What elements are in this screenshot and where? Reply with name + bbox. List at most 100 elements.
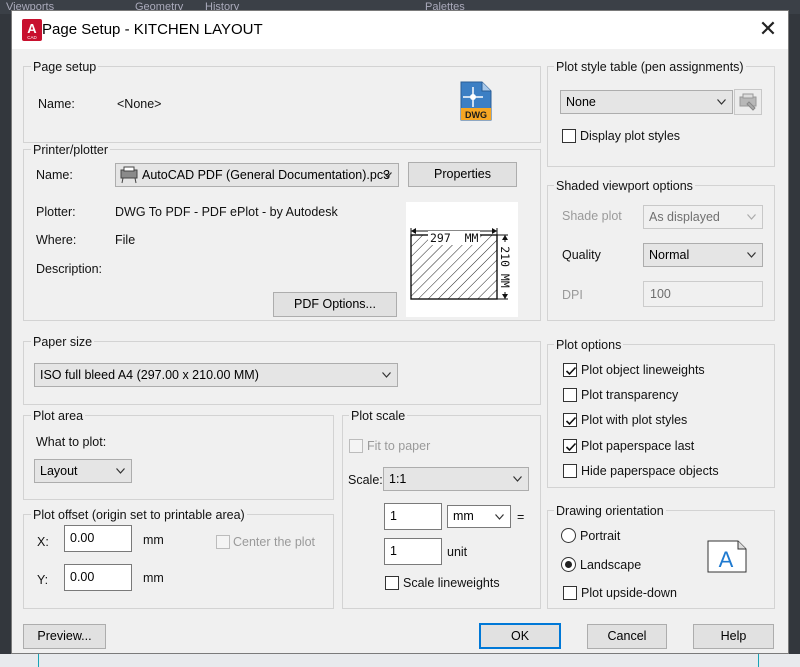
printer-select-value: AutoCAD PDF (General Documentation).pc3: [142, 168, 391, 182]
plot-area-group: [23, 415, 334, 500]
offset-y-label: Y:: [37, 573, 49, 587]
scale-equals: =: [517, 510, 525, 524]
plot-scale-group-label: Plot scale: [349, 409, 408, 423]
chevron-down-icon: [513, 476, 522, 482]
plot-object-lineweights-label: Plot object lineweights: [581, 363, 705, 377]
properties-button[interactable]: Properties: [408, 162, 517, 187]
center-plot-label: Center the plot: [233, 535, 315, 549]
plot-style-group-label: Plot style table (pen assignments): [554, 60, 746, 74]
plot-transparency-label: Plot transparency: [581, 388, 679, 402]
shade-plot-select[interactable]: As displayed: [643, 205, 763, 229]
paper-size-value: ISO full bleed A4 (297.00 x 210.00 MM): [40, 368, 259, 382]
ok-button[interactable]: OK: [479, 623, 561, 649]
checkmark-icon: [565, 366, 577, 376]
printer-select[interactable]: AutoCAD PDF (General Documentation).pc3: [115, 163, 399, 187]
chevron-down-icon: [383, 172, 392, 178]
portrait-radio[interactable]: [561, 528, 576, 543]
fit-to-paper-checkbox[interactable]: [349, 439, 363, 453]
paper-preview: 297 MM 210 MM: [406, 202, 518, 317]
chevron-down-icon: [747, 252, 756, 258]
edit-plot-style-button[interactable]: [734, 89, 762, 115]
chevron-down-icon: [116, 468, 125, 474]
pdf-options-button[interactable]: PDF Options...: [273, 292, 397, 317]
chevron-down-icon: [495, 513, 504, 520]
plotter-label: Plotter:: [36, 205, 76, 219]
plot-with-plot-styles-checkbox[interactable]: [563, 413, 577, 427]
scale-denominator-unit: unit: [447, 545, 468, 559]
chevron-down-icon: [717, 99, 726, 105]
plotter-value: DWG To PDF - PDF ePlot - by Autodesk: [115, 205, 338, 219]
dialog-title: Page Setup - KITCHEN LAYOUT: [42, 21, 263, 38]
plot-area-group-label: Plot area: [31, 409, 86, 423]
dwg-file-icon: DWG: [460, 81, 492, 121]
offset-x-unit: mm: [143, 533, 164, 547]
scale-unit-select[interactable]: mm: [447, 505, 511, 528]
svg-text:A: A: [719, 547, 734, 572]
scale-lineweights-checkbox[interactable]: [385, 576, 399, 590]
plot-style-group: [547, 66, 775, 167]
printer-name-label: Name:: [36, 168, 73, 182]
plot-transparency-checkbox[interactable]: [563, 388, 577, 402]
plot-upside-down-checkbox[interactable]: [563, 586, 577, 600]
help-button[interactable]: Help: [693, 624, 774, 649]
quality-label: Quality: [562, 248, 601, 262]
plot-style-select[interactable]: None: [560, 90, 733, 114]
where-label: Where:: [36, 233, 77, 247]
dpi-label: DPI: [562, 288, 583, 302]
scale-numerator-input[interactable]: 1: [384, 503, 442, 530]
offset-y-unit: mm: [143, 571, 164, 585]
bg-canvas-line: [758, 654, 759, 667]
preview-height-label: 210 MM: [498, 242, 512, 292]
checkmark-icon: [565, 442, 577, 452]
page-setup-dialog: A CAD Page Setup - KITCHEN LAYOUT ✕ Page…: [11, 10, 789, 654]
description-label: Description:: [36, 262, 102, 276]
scale-unit-value: mm: [453, 509, 474, 523]
offset-y-input[interactable]: 0.00: [64, 564, 132, 591]
shaded-viewport-group-label: Shaded viewport options: [554, 179, 695, 193]
scale-value: 1:1: [389, 472, 407, 486]
dpi-input[interactable]: 100: [643, 281, 763, 307]
where-value: File: [115, 233, 136, 247]
plot-object-lineweights-checkbox[interactable]: [563, 363, 577, 377]
offset-x-label: X:: [37, 535, 49, 549]
plot-upside-down-label: Plot upside-down: [581, 586, 677, 600]
what-to-plot-label: What to plot:: [36, 435, 107, 449]
cancel-button[interactable]: Cancel: [587, 624, 667, 649]
hide-paperspace-objects-label: Hide paperspace objects: [581, 464, 719, 478]
paper-size-select[interactable]: ISO full bleed A4 (297.00 x 210.00 MM): [34, 363, 398, 387]
display-plot-styles-label: Display plot styles: [580, 129, 681, 143]
scale-lineweights-label: Scale lineweights: [403, 576, 500, 590]
preview-width-label: 297 MM: [428, 231, 481, 245]
display-plot-styles-checkbox[interactable]: [562, 129, 576, 143]
preview-button[interactable]: Preview...: [23, 624, 106, 649]
svg-text:CAD: CAD: [27, 35, 37, 40]
close-button[interactable]: ✕: [754, 17, 782, 43]
what-to-plot-select[interactable]: Layout: [34, 459, 132, 483]
page-setup-name-value: <None>: [117, 97, 162, 111]
shade-plot-value: As displayed: [649, 210, 720, 224]
page-setup-group-label: Page setup: [31, 60, 99, 74]
paper-size-group-label: Paper size: [31, 335, 95, 349]
quality-select[interactable]: Normal: [643, 243, 763, 267]
quality-value: Normal: [649, 248, 690, 262]
plot-paperspace-last-checkbox[interactable]: [563, 439, 577, 453]
plot-paperspace-last-label: Plot paperspace last: [581, 439, 695, 453]
offset-x-input[interactable]: 0.00: [64, 525, 132, 552]
center-plot-checkbox[interactable]: [216, 535, 230, 549]
what-to-plot-value: Layout: [40, 464, 78, 478]
scale-select[interactable]: 1:1: [383, 467, 529, 491]
chevron-down-icon: [382, 372, 391, 378]
scale-denominator-input[interactable]: 1: [384, 538, 442, 565]
fit-to-paper-label: Fit to paper: [367, 439, 431, 453]
plot-with-plot-styles-label: Plot with plot styles: [581, 413, 688, 427]
landscape-label: Landscape: [580, 558, 642, 572]
landscape-orientation-icon: A: [707, 540, 747, 573]
scale-label: Scale:: [348, 473, 383, 487]
landscape-radio[interactable]: [561, 557, 576, 572]
plot-options-group-label: Plot options: [554, 338, 624, 352]
hide-paperspace-objects-checkbox[interactable]: [563, 464, 577, 478]
svg-text:A: A: [27, 21, 37, 36]
title-bar: A CAD Page Setup - KITCHEN LAYOUT ✕: [12, 11, 788, 49]
bg-canvas-line: [38, 654, 39, 667]
plot-offset-group-label: Plot offset (origin set to printable are…: [31, 508, 247, 522]
